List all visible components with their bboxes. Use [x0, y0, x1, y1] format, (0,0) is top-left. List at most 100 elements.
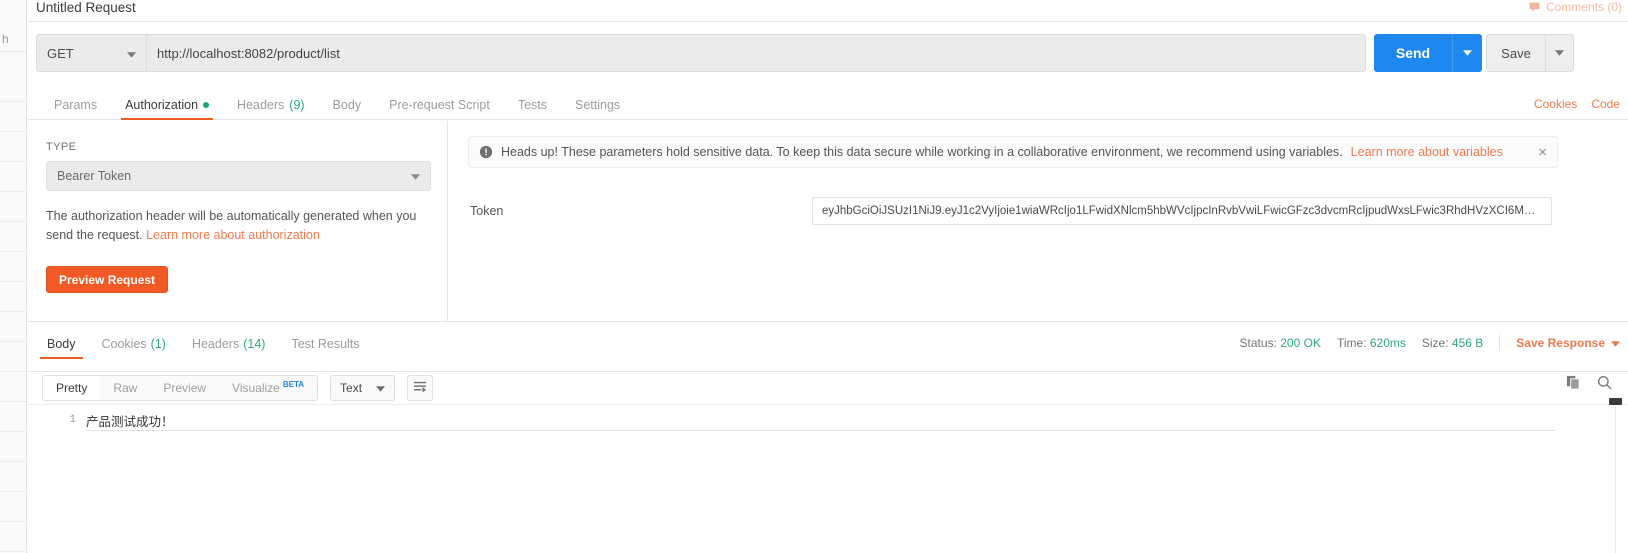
time-value: 620ms [1369, 336, 1406, 350]
tab-tests[interactable]: Tests [504, 90, 561, 119]
tab-body[interactable]: Body [319, 90, 376, 119]
sidebar-row[interactable] [0, 312, 27, 342]
auth-active-dot-icon [203, 101, 210, 108]
time-badge: Time: 620ms [1337, 336, 1406, 350]
save-button[interactable]: Save [1487, 35, 1545, 71]
token-label: Token [470, 204, 504, 218]
sidebar-row[interactable] [0, 222, 27, 252]
content-type-value: Text [340, 381, 363, 395]
sidebar-row[interactable] [0, 252, 27, 282]
http-method-select[interactable]: GET [36, 34, 146, 72]
url-value: http://localhost:8082/product/list [157, 45, 340, 61]
tab-authorization[interactable]: Authorization [111, 90, 223, 120]
info-icon [479, 145, 493, 159]
copy-icon[interactable] [1566, 375, 1581, 393]
tab-settings[interactable]: Settings [561, 90, 634, 119]
tab-label: Headers [191, 337, 240, 351]
send-button[interactable]: Send [1374, 34, 1452, 72]
auth-type-value: Bearer Token [57, 169, 132, 183]
save-button-group: Save [1486, 34, 1574, 72]
sidebar-row[interactable] [0, 72, 27, 102]
save-response-button[interactable]: Save Response [1516, 336, 1620, 350]
token-input[interactable]: eyJhbGciOiJSUzI1NiJ9.eyJ1c2VyIjoie1wiaWR… [812, 197, 1552, 225]
comments-button[interactable]: Comments (0) [1528, 0, 1622, 14]
code-line: 1 产品测试成功！ [28, 409, 1556, 431]
sidebar-row[interactable] [0, 522, 27, 552]
chevron-down-icon [411, 169, 420, 183]
sidebar-search-input[interactable]: h [0, 26, 27, 52]
token-field-row: Token eyJhbGciOiJSUzI1NiJ9.eyJ1c2VyIjoie… [470, 196, 1560, 226]
response-body-toolbar: Pretty Raw Preview Visualize BETA Text [28, 371, 1628, 404]
time-label: Time: [1336, 336, 1367, 350]
response-meta: Status: 200 OK Time: 620ms Size: 456 B S… [1240, 335, 1620, 351]
sidebar-row[interactable] [0, 462, 27, 492]
tab-pre-request-script[interactable]: Pre-request Script [375, 90, 504, 119]
learn-more-authorization-link[interactable]: Learn more about authorization [146, 228, 320, 242]
comments-label: Comments (0) [1545, 0, 1622, 14]
format-selector: Pretty Raw Preview Visualize BETA [42, 375, 319, 401]
tab-label: Pre-request Script [389, 97, 490, 112]
format-pretty[interactable]: Pretty [43, 376, 101, 400]
tab-label: Params [54, 97, 98, 112]
close-icon[interactable]: × [1538, 144, 1547, 161]
wrap-lines-button[interactable] [407, 375, 434, 401]
auth-help-text: The authorization header will be automat… [46, 207, 426, 245]
tab-label: Cookies [101, 337, 147, 351]
chevron-down-icon [376, 381, 386, 395]
tab-label: Body [47, 337, 76, 351]
size-badge: Size: 456 B [1422, 336, 1483, 350]
sidebar-row[interactable] [0, 282, 27, 312]
content-type-select[interactable]: Text [330, 375, 396, 401]
sidebar-row[interactable] [0, 102, 27, 132]
format-visualize[interactable]: Visualize BETA [219, 376, 317, 400]
sidebar-row[interactable] [0, 192, 27, 222]
cookies-link[interactable]: Cookies [1534, 97, 1577, 111]
http-method-value: GET [47, 45, 74, 61]
code-link[interactable]: Code [1591, 97, 1620, 111]
format-label: Raw [113, 381, 138, 395]
response-tab-cookies[interactable]: Cookies (1) [89, 330, 179, 358]
request-tabs: Params Authorization Headers (9) Body Pr… [28, 90, 1628, 120]
postman-window: h Untitled Request Comments (0) GET http… [0, 0, 1628, 553]
tab-label: Body [332, 97, 362, 112]
status-value: 200 OK [1280, 336, 1321, 350]
tab-params[interactable]: Params [40, 90, 111, 119]
response-tab-body[interactable]: Body [34, 330, 89, 359]
auth-type-select[interactable]: Bearer Token [46, 161, 431, 191]
sidebar-row[interactable] [0, 162, 27, 192]
tab-label: Headers [237, 97, 285, 112]
save-options-button[interactable] [1545, 35, 1573, 71]
chevron-down-icon [127, 46, 136, 61]
learn-more-variables-link[interactable]: Learn more about variables [1351, 145, 1503, 159]
size-label: Size: [1421, 336, 1449, 350]
sidebar-row[interactable] [0, 342, 27, 372]
format-raw[interactable]: Raw [100, 376, 150, 400]
body-scrollbar-track[interactable] [1615, 398, 1616, 553]
send-options-button[interactable] [1452, 34, 1482, 72]
header-divider [28, 21, 1628, 22]
sidebar-row[interactable] [0, 132, 27, 162]
sidebar-row[interactable] [0, 492, 27, 522]
response-tab-headers[interactable]: Headers (14) [179, 330, 278, 358]
request-title[interactable]: Untitled Request [36, 0, 136, 15]
response-body-content[interactable]: 1 产品测试成功！ [28, 404, 1628, 553]
preview-request-button[interactable]: Preview Request [46, 266, 169, 293]
body-scrollbar-thumb[interactable] [1609, 398, 1622, 405]
sidebar-row[interactable] [0, 432, 27, 462]
sidebar-row[interactable] [0, 402, 27, 432]
line-number: 1 [69, 414, 76, 426]
response-body-actions [1566, 375, 1612, 393]
response-tab-test-results[interactable]: Test Results [278, 330, 372, 358]
status-badge: Status: 200 OK [1240, 336, 1321, 350]
sidebar-row[interactable] [0, 372, 27, 402]
type-label: TYPE [46, 141, 77, 153]
format-preview[interactable]: Preview [150, 376, 219, 400]
save-response-label: Save Response [1516, 336, 1605, 350]
search-icon[interactable] [1597, 375, 1612, 393]
notice-text: Heads up! These parameters hold sensitiv… [501, 145, 1343, 159]
size-value: 456 B [1451, 336, 1484, 350]
wrap-lines-icon [413, 381, 427, 396]
url-input[interactable]: http://localhost:8082/product/list [146, 34, 1366, 72]
tab-headers[interactable]: Headers (9) [223, 90, 319, 119]
sensitive-data-notice: Heads up! These parameters hold sensitiv… [468, 136, 1558, 168]
